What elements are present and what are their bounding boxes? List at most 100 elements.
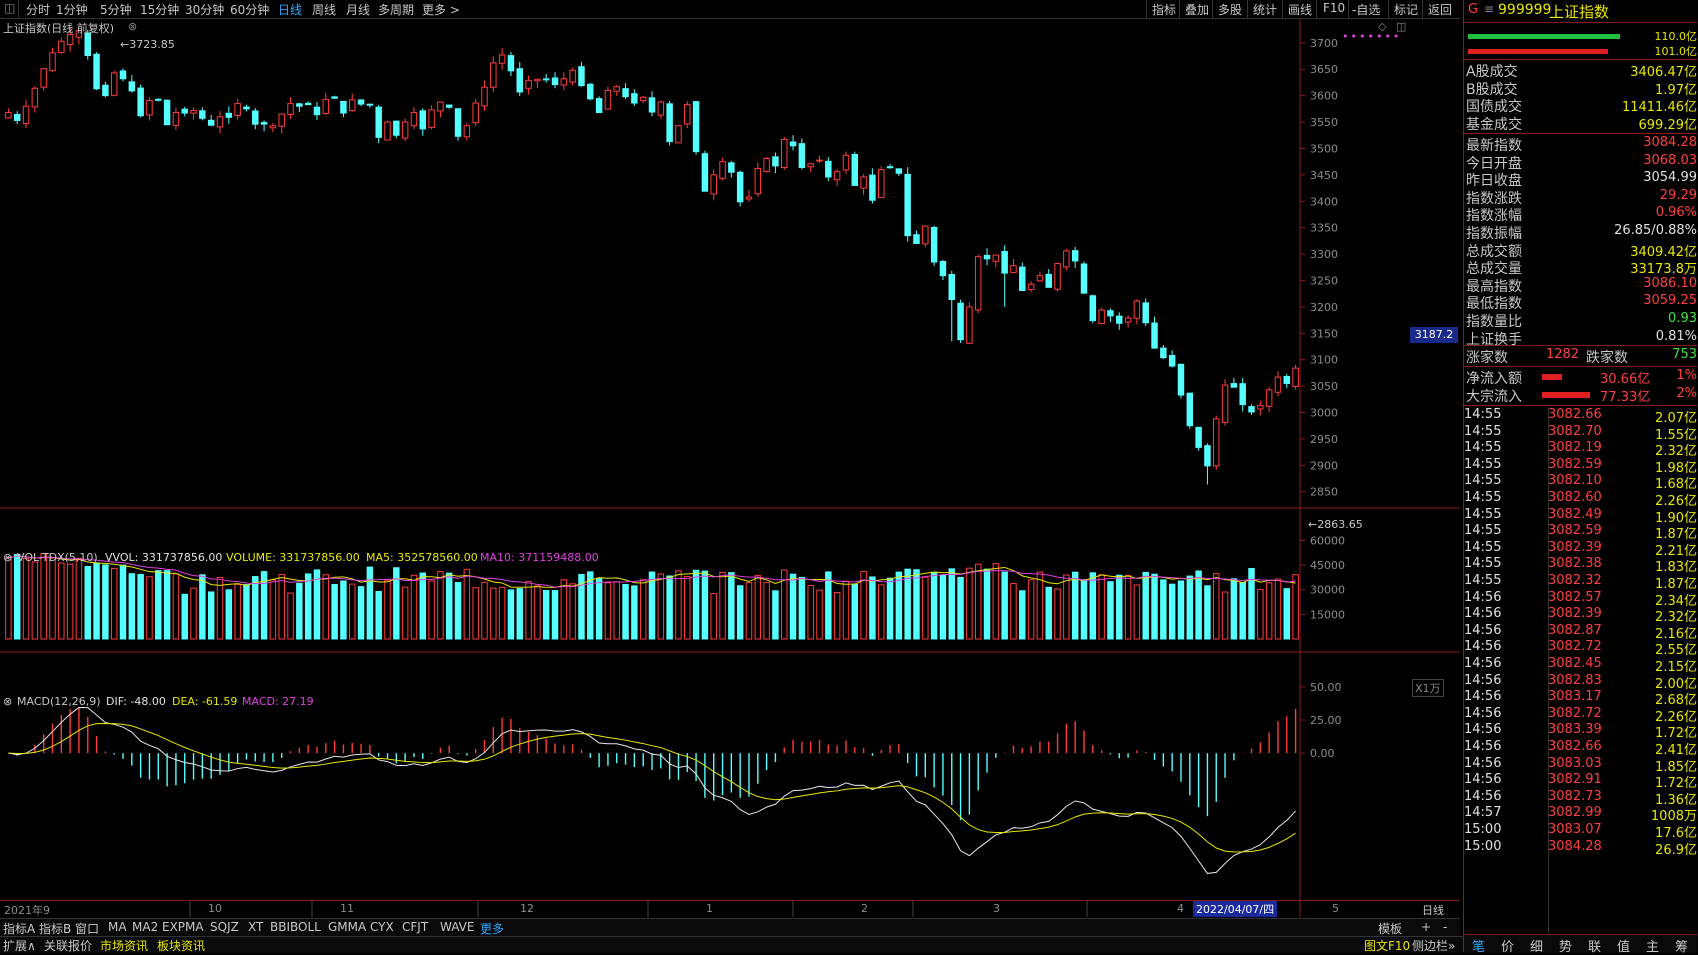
chart-area[interactable]: 3700 3650 3600 3550 3500 3450 3400 3350 3300 3250…: [0, 19, 1460, 917]
xt-tab[interactable]: XT: [248, 920, 263, 934]
indicator-a-tab[interactable]: 指标A: [3, 920, 35, 937]
multi-stock-button[interactable]: 多股: [1218, 1, 1242, 18]
window-tab[interactable]: 窗口: [75, 920, 99, 937]
candle-body: [1292, 367, 1299, 387]
volume-bar: [710, 593, 717, 640]
tick-row: 14:55 3082.49 1.90亿: [1464, 507, 1697, 526]
panel-tab[interactable]: 价: [1501, 936, 1514, 955]
collapse-icon[interactable]: ◫: [4, 1, 15, 15]
panel-tab[interactable]: 笔: [1472, 936, 1485, 955]
candle-body: [772, 156, 779, 167]
f10-button[interactable]: F10: [1323, 1, 1345, 15]
remove-window-button[interactable]: -: [1443, 920, 1447, 934]
macd-indicator-name[interactable]: MACD(12,26,9): [17, 695, 101, 708]
tab-1min[interactable]: 1分钟: [56, 1, 88, 18]
sector-news-button[interactable]: 板块资讯: [157, 937, 205, 954]
cyx-tab[interactable]: CYX: [370, 920, 394, 934]
volume-bar: [58, 562, 65, 640]
ma-tab[interactable]: MA: [108, 920, 127, 934]
related-quotes-button[interactable]: 关联报价: [44, 937, 92, 954]
wave-tab[interactable]: WAVE: [440, 920, 474, 934]
add-window-button[interactable]: +: [1421, 920, 1431, 934]
macd-collapse-icon[interactable]: ⊗: [3, 695, 12, 708]
volume-bar: [613, 581, 620, 640]
panel-tab[interactable]: 联: [1588, 936, 1601, 955]
panel-tab[interactable]: 主: [1646, 936, 1659, 955]
sidebar-toggle[interactable]: 侧边栏»: [1412, 937, 1455, 954]
tab-daily[interactable]: 日线: [278, 1, 302, 18]
watchlist-button[interactable]: -自选: [1352, 1, 1380, 18]
mark-button[interactable]: 标记: [1394, 1, 1418, 18]
vol-collapse-icon[interactable]: ⊗: [3, 551, 12, 564]
tab-60min[interactable]: 60分钟: [230, 1, 269, 18]
price-tick-label: 3500: [1310, 142, 1338, 155]
period-toolbar: ◫ 分时 1分钟 5分钟 15分钟 30分钟 60分钟 日线 周线 月线 多周期…: [0, 0, 1460, 19]
block-inflow-row: 大宗流入 77.33亿 2%: [1466, 386, 1697, 405]
ma2-tab[interactable]: MA2: [132, 920, 158, 934]
panel-tab[interactable]: 筹: [1675, 936, 1688, 955]
panel-tab[interactable]: 值: [1617, 936, 1630, 955]
volume-bar: [639, 579, 647, 640]
candle-body: [736, 171, 744, 203]
draw-line-button[interactable]: 画线: [1288, 1, 1312, 18]
candle-body: [384, 121, 391, 141]
status-bar: 扩展∧ 关联报价 市场资讯 板块资讯 图文F10 侧边栏»: [0, 936, 1463, 953]
expma-tab[interactable]: EXPMA: [162, 920, 204, 934]
tab-multi-period[interactable]: 多周期: [378, 1, 414, 18]
volume-bar: [974, 563, 982, 640]
tab-30min[interactable]: 30分钟: [185, 1, 224, 18]
cfjt-tab[interactable]: CFJT: [402, 920, 428, 934]
gmma-tab[interactable]: GMMA: [328, 920, 366, 934]
candle-body: [5, 112, 12, 119]
overlay-button[interactable]: 叠加: [1185, 1, 1209, 18]
candle-body: [604, 89, 612, 110]
tab-more[interactable]: 更多 >: [422, 1, 460, 18]
sqjz-tab[interactable]: SQJZ: [210, 920, 239, 934]
tab-fenshi[interactable]: 分时: [26, 1, 50, 18]
indicator-b-tab[interactable]: 指标B: [39, 920, 71, 937]
candle-body: [983, 254, 991, 260]
macd-tick-label: 0.00: [1310, 747, 1335, 760]
template-button[interactable]: 模板: [1378, 920, 1402, 937]
volume-bar: [1292, 574, 1299, 640]
tab-5min[interactable]: 5分钟: [100, 1, 132, 18]
indicator-button[interactable]: 指标: [1152, 1, 1176, 18]
volume-bar: [31, 561, 39, 640]
volume-bar: [1239, 581, 1246, 640]
volume-bar: [445, 572, 453, 640]
tab-weekly[interactable]: 周线: [312, 1, 336, 18]
back-button[interactable]: 返回: [1428, 1, 1452, 18]
panel-tab[interactable]: 细: [1530, 936, 1543, 955]
f10-text-button[interactable]: 图文F10: [1364, 937, 1410, 954]
volume-bar: [331, 584, 338, 640]
volume-bar: [1001, 571, 1008, 640]
x-label-jan: 1: [706, 902, 713, 915]
volume-bar: [772, 590, 779, 640]
net-inflow-pct: 1%: [1676, 368, 1697, 383]
menu-icon[interactable]: ≡: [1484, 2, 1494, 16]
market-news-button[interactable]: 市场资讯: [100, 937, 148, 954]
tick-time: 14:55: [1464, 473, 1502, 489]
kline-chart[interactable]: 3700365036003550350034503400335033003250…: [0, 19, 1460, 917]
chart-settings-icon[interactable]: ⊗: [128, 20, 137, 33]
expand-button[interactable]: 扩展∧: [3, 937, 36, 954]
candle-body: [1019, 266, 1026, 292]
candle-body: [472, 102, 479, 124]
more-indicators-tab[interactable]: 更多: [480, 920, 504, 937]
tick-list[interactable]: 14:55 3082.66 2.07亿 14:55 3082.70 1.55亿 14:55 3…: [1464, 407, 1697, 933]
candle-body: [534, 78, 541, 82]
candle-body: [1213, 418, 1220, 467]
candle-body: [1036, 275, 1044, 282]
stats-button[interactable]: 统计: [1253, 1, 1277, 18]
candle-body: [595, 98, 603, 114]
tab-monthly[interactable]: 月线: [346, 1, 370, 18]
bbiboll-tab[interactable]: BBIBOLL: [270, 920, 321, 934]
candle-body: [340, 100, 347, 114]
panel-tab[interactable]: 势: [1559, 936, 1572, 955]
tab-15min[interactable]: 15分钟: [140, 1, 179, 18]
tick-time: 15:00: [1464, 822, 1502, 837]
vol-indicator-name[interactable]: VOL-TDX(5,10): [17, 551, 98, 564]
candle-body: [551, 77, 559, 86]
candle-body: [1001, 250, 1008, 274]
volume-bar: [1274, 578, 1282, 640]
